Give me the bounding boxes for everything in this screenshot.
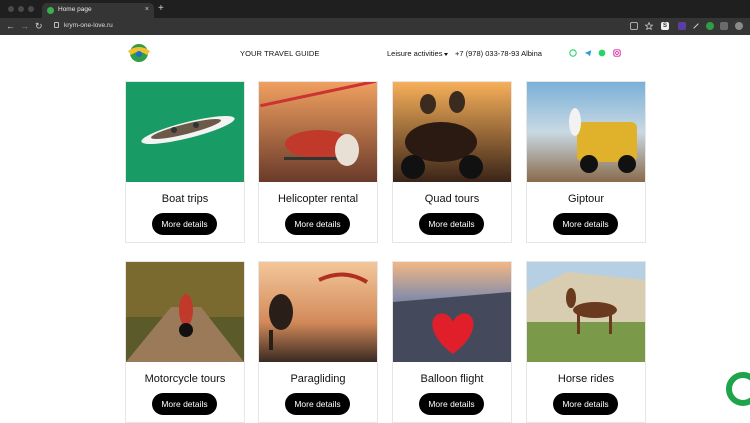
site-tagline: YOUR TRAVEL GUIDE — [240, 49, 320, 58]
bookmark-star-icon[interactable] — [645, 22, 653, 30]
more-details-button[interactable]: More details — [419, 213, 484, 235]
window-minimize-dot[interactable] — [18, 6, 24, 12]
card-title: Motorcycle tours — [144, 373, 226, 385]
more-details-button[interactable]: More details — [553, 213, 618, 235]
card-horse-rides[interactable]: Horse rides More details — [526, 261, 646, 423]
card-boat-trips[interactable]: Boat trips More details — [125, 81, 245, 243]
reload-button[interactable]: ↻ — [35, 20, 43, 32]
leisure-activities-label: Leisure activities — [387, 49, 443, 58]
card-paragliding[interactable]: Paragliding More details — [258, 261, 378, 423]
extension-menu-icon[interactable] — [720, 22, 728, 30]
forward-button[interactable]: → — [20, 20, 29, 32]
translate-icon[interactable] — [630, 22, 638, 30]
extension-s-icon[interactable]: S — [661, 22, 669, 30]
tab-title: Home page — [58, 6, 92, 13]
card-quad-tours[interactable]: Quad tours More details — [392, 81, 512, 243]
card-title: Boat trips — [161, 193, 209, 205]
whatsapp-alt-icon[interactable] — [598, 49, 606, 57]
card-title: Paragliding — [290, 373, 346, 385]
chat-widget-button[interactable] — [726, 372, 750, 406]
browser-toolbar: ← → ↻ krym-one-love.ru S — [0, 18, 750, 35]
browser-tab[interactable]: Home page × — [42, 3, 154, 18]
new-tab-button[interactable]: + — [158, 3, 164, 15]
lock-icon — [54, 22, 59, 28]
boat-trips-image — [126, 82, 244, 182]
back-button[interactable]: ← — [6, 20, 15, 32]
browser-tab-bar: Home page × + — [0, 0, 750, 18]
helicopter-rental-image — [259, 82, 377, 182]
card-title: Giptour — [567, 193, 605, 205]
card-helicopter-rental[interactable]: Helicopter rental More details — [258, 81, 378, 243]
extension-purple-icon[interactable] — [678, 22, 686, 30]
more-details-button[interactable]: More details — [419, 393, 484, 415]
instagram-icon[interactable] — [613, 49, 621, 57]
window-close-dot[interactable] — [8, 6, 14, 12]
profile-avatar[interactable] — [735, 22, 743, 30]
card-title: Quad tours — [424, 193, 480, 205]
more-details-button[interactable]: More details — [152, 213, 217, 235]
card-giptour[interactable]: Giptour More details — [526, 81, 646, 243]
card-title: Horse rides — [557, 373, 615, 385]
phone-contact[interactable]: +7 (978) 033-78-93 Albina — [455, 49, 542, 58]
window-zoom-dot[interactable] — [28, 6, 34, 12]
tab-close-icon[interactable]: × — [145, 5, 149, 15]
leisure-activities-dropdown[interactable]: Leisure activities — [387, 49, 449, 58]
site-logo[interactable] — [125, 43, 153, 63]
paragliding-image — [259, 262, 377, 362]
motorcycle-tours-image — [126, 262, 244, 362]
extension-pen-icon[interactable] — [692, 22, 700, 30]
balloon-flight-image — [393, 262, 511, 362]
extension-green-icon[interactable] — [706, 22, 714, 30]
card-title: Balloon flight — [420, 373, 484, 385]
quad-tours-image — [393, 82, 511, 182]
caret-down-icon — [444, 52, 449, 56]
card-title: Helicopter rental — [277, 193, 359, 205]
whatsapp-icon[interactable] — [569, 49, 577, 57]
giptour-image — [527, 82, 645, 182]
tab-favicon-icon — [47, 7, 54, 14]
more-details-button[interactable]: More details — [285, 213, 350, 235]
more-details-button[interactable]: More details — [553, 393, 618, 415]
more-details-button[interactable]: More details — [152, 393, 217, 415]
card-balloon-flight[interactable]: Balloon flight More details — [392, 261, 512, 423]
card-motorcycle-tours[interactable]: Motorcycle tours More details — [125, 261, 245, 423]
telegram-icon[interactable] — [584, 49, 592, 57]
horse-rides-image — [527, 262, 645, 362]
address-bar[interactable]: krym-one-love.ru — [64, 21, 113, 31]
more-details-button[interactable]: More details — [285, 393, 350, 415]
